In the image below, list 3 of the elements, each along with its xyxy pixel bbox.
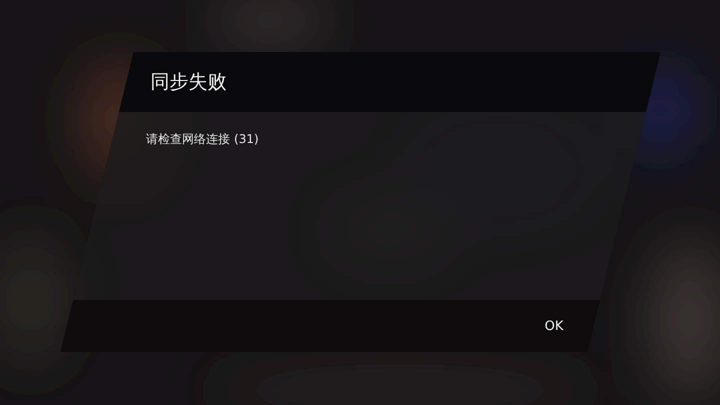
- dialog-title: 同步失败: [150, 70, 226, 95]
- error-message: 请检查网络连接 (31): [146, 131, 258, 148]
- ok-button[interactable]: OK: [538, 314, 570, 338]
